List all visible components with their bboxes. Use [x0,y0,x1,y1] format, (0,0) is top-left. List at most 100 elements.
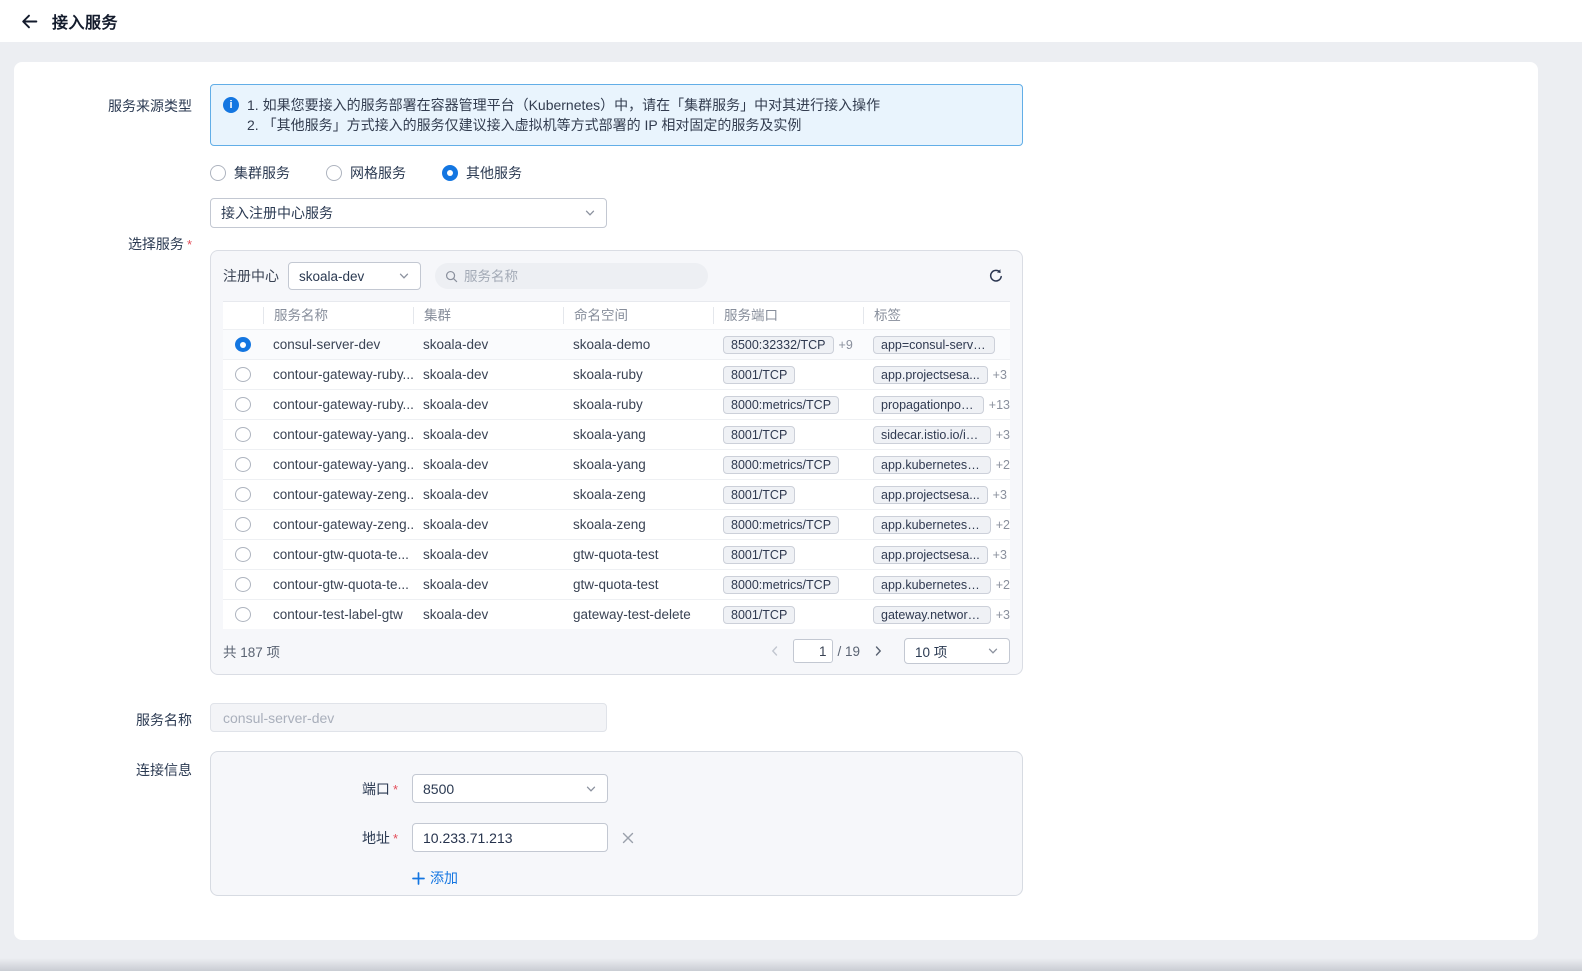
cell-tag: app.projectsesa... +3 [863,366,1010,384]
cell-tag-chip: app=consul-server-... [873,336,995,354]
radio-cluster-service[interactable]: 集群服务 [210,163,290,183]
cell-tag-chip: propagationpoli... [873,396,984,414]
table-row[interactable]: contour-test-label-gtwskoala-devgateway-… [223,599,1010,629]
registry-label: 注册中心 [223,266,279,286]
next-page-button[interactable] [868,641,888,661]
row-radio[interactable] [235,397,251,412]
plus-icon [412,872,425,885]
row-radio[interactable] [235,577,251,592]
add-address-button[interactable]: 添加 [412,868,1022,888]
cell-service-name: contour-gtw-quota-te... [263,547,413,562]
row-radio[interactable] [235,427,251,442]
page-size-select[interactable]: 10 项 [904,638,1010,664]
cell-tag-chip: app.projectsesa... [873,366,988,384]
address-input[interactable] [412,823,608,852]
cell-tag: app=consul-server-... [863,336,1010,354]
row-radio[interactable] [235,517,251,532]
port-value: 8500 [423,781,454,797]
table-row[interactable]: contour-gtw-quota-te...skoala-devgtw-quo… [223,569,1010,599]
cell-service-port: 8000:metrics/TCP [713,576,863,594]
cell-cluster: skoala-dev [413,577,563,592]
access-mode-value: 接入注册中心服务 [221,203,333,223]
cell-namespace: skoala-ruby [563,367,713,382]
cell-service-name: contour-gateway-zeng... [263,487,413,502]
row-radio[interactable] [235,457,251,472]
total-count: 共 187 项 [223,641,280,661]
address-label: 地址 [362,830,390,846]
cell-service-port: 8000:metrics/TCP [713,456,863,474]
table-header: 服务名称 集群 命名空间 服务端口 标签 [223,302,1010,329]
prev-page-button[interactable] [765,641,785,661]
cell-tag: sidecar.istio.io/inj...+3 [863,426,1010,444]
registry-select[interactable]: skoala-dev [288,262,421,290]
pagination: 共 187 项 / 19 [211,629,1022,674]
cell-tag-more-badge: +3 [996,428,1010,442]
info-icon: i [223,97,239,113]
cell-namespace: gateway-test-delete [563,607,713,622]
row-radio[interactable] [235,487,251,502]
cell-tag: app.kubernetes.i...+2 [863,516,1010,534]
connection-panel: 端口* 8500 地址* [210,751,1023,896]
row-radio[interactable] [235,367,251,382]
cell-tag: propagationpoli...+13 [863,396,1010,414]
col-service-name: 服务名称 [263,307,413,324]
table-row[interactable]: contour-gtw-quota-te...skoala-devgtw-quo… [223,539,1010,569]
cell-namespace: skoala-yang [563,427,713,442]
notice-line-2: 2. 「其他服务」方式接入的服务仅建议接入虚拟机等方式部署的 IP 相对固定的服… [247,115,880,135]
cell-service-name: contour-gateway-yang... [263,427,413,442]
cell-tag-more-badge: +3 [993,368,1007,382]
cell-service-name: contour-test-label-gtw [263,607,413,622]
back-button[interactable] [16,8,42,34]
cell-tag-more-badge: +2 [996,458,1010,472]
chevron-down-icon [584,207,596,219]
cell-namespace: skoala-zeng [563,517,713,532]
required-asterisk: * [393,831,398,846]
close-icon [621,831,635,845]
chevron-down-icon [585,783,597,795]
cell-tag-chip: app.kubernetes.i... [873,516,991,534]
table-row[interactable]: consul-server-devskoala-devskoala-demo85… [223,329,1010,359]
cell-cluster: skoala-dev [413,367,563,382]
table-row[interactable]: contour-gateway-yang...skoala-devskoala-… [223,419,1010,449]
access-mode-select[interactable]: 接入注册中心服务 [210,198,607,228]
table-row[interactable]: contour-gateway-zeng...skoala-devskoala-… [223,479,1010,509]
port-label: 端口 [362,781,390,797]
service-name-label: 服务名称 [14,703,192,732]
search-icon [445,270,458,283]
cell-service-port: 8500:32332/TCP+9 [713,336,863,354]
cell-service-name: contour-gateway-zeng... [263,517,413,532]
cell-service-port-chip: 8001/TCP [723,426,795,444]
cell-tag-chip: gateway.network... [873,606,991,624]
registry-value: skoala-dev [299,269,364,284]
cell-tag-more-badge: +3 [993,488,1007,502]
row-radio[interactable] [235,607,251,622]
source-type-radio-group: 集群服务 网格服务 其他服务 [210,163,1023,183]
page-title: 接入服务 [52,9,118,33]
table-row[interactable]: contour-gateway-ruby...skoala-devskoala-… [223,359,1010,389]
col-namespace: 命名空间 [563,307,713,324]
radio-label: 集群服务 [234,163,290,183]
cell-tag-more-badge: +2 [996,578,1010,592]
radio-other-service[interactable]: 其他服务 [442,163,522,183]
cell-service-port: 8001/TCP [713,606,863,624]
cell-tag-chip: app.kubernetes.i... [873,576,991,594]
cell-service-port-chip: 8000:metrics/TCP [723,456,839,474]
cell-service-port-chip: 8000:metrics/TCP [723,396,839,414]
table-row[interactable]: contour-gateway-yang...skoala-devskoala-… [223,449,1010,479]
row-radio[interactable] [235,547,251,562]
cell-service-port: 8001/TCP [713,426,863,444]
cell-tag: app.kubernetes.i...+2 [863,456,1010,474]
table-row[interactable]: contour-gateway-zeng...skoala-devskoala-… [223,509,1010,539]
arrow-left-icon [20,12,39,31]
row-radio[interactable] [235,337,251,352]
refresh-button[interactable] [988,268,1004,284]
cell-service-port-chip: 8001/TCP [723,606,795,624]
port-select[interactable]: 8500 [412,774,608,803]
service-search-input[interactable] [464,269,684,284]
bottom-scrollbar[interactable] [0,958,1582,971]
table-row[interactable]: contour-gateway-ruby...skoala-devskoala-… [223,389,1010,419]
service-search[interactable] [435,263,708,289]
radio-mesh-service[interactable]: 网格服务 [326,163,406,183]
remove-address-button[interactable] [621,831,635,845]
page-number-input[interactable] [793,639,833,663]
